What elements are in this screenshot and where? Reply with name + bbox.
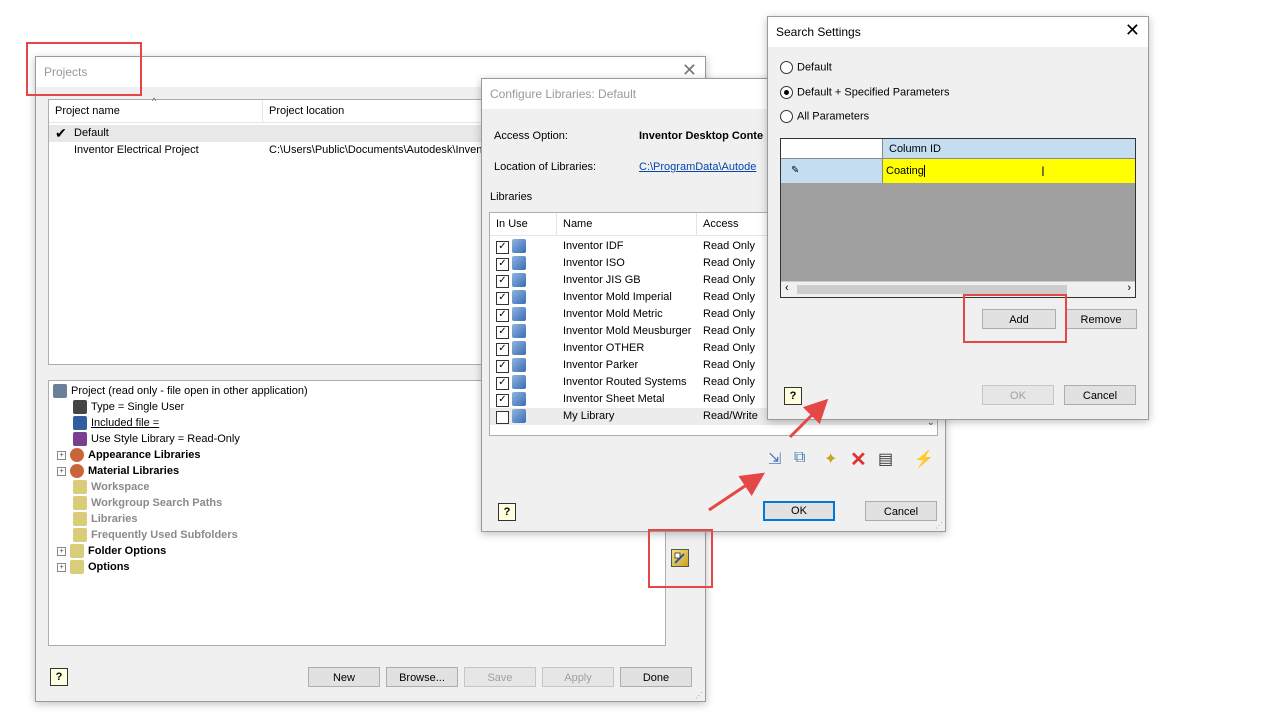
arrow-to-search-settings: [788, 398, 829, 439]
arrow-to-toolbar: [708, 472, 765, 512]
annotation-arrows: [708, 398, 829, 512]
